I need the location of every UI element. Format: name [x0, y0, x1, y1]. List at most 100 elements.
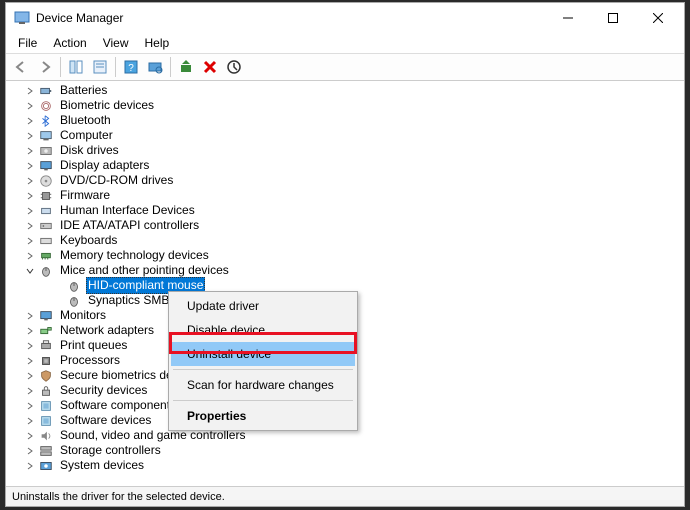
menubar: File Action View Help	[6, 33, 684, 53]
ide-icon	[38, 219, 54, 233]
tree-category[interactable]: Storage controllers	[6, 443, 684, 458]
menu-view[interactable]: View	[95, 34, 137, 52]
menu-action[interactable]: Action	[45, 34, 94, 52]
tree-label: Biometric devices	[58, 98, 156, 113]
bluetooth-icon	[38, 114, 54, 128]
chevron-right-icon[interactable]	[24, 415, 36, 427]
chevron-right-icon[interactable]	[24, 100, 36, 112]
device-manager-window: Device Manager File Action View Help ? B…	[5, 2, 685, 507]
close-button[interactable]	[635, 4, 680, 32]
tree-category[interactable]: Display adapters	[6, 158, 684, 173]
sound-icon	[38, 429, 54, 443]
chevron-right-icon[interactable]	[24, 85, 36, 97]
printer-icon	[38, 339, 54, 353]
keyboard-icon	[38, 234, 54, 248]
update-driver-button[interactable]	[175, 56, 197, 78]
tree-label: Monitors	[58, 308, 108, 323]
tree-label: Display adapters	[58, 158, 151, 173]
tree-category[interactable]: Biometric devices	[6, 98, 684, 113]
svg-text:?: ?	[128, 63, 134, 74]
storage-icon	[38, 444, 54, 458]
software-icon	[38, 399, 54, 413]
tree-label: DVD/CD-ROM drives	[58, 173, 175, 188]
tree-category[interactable]: Mice and other pointing devices	[6, 263, 684, 278]
chevron-right-icon[interactable]	[24, 145, 36, 157]
tree-category[interactable]: Firmware	[6, 188, 684, 203]
tree-label: Software devices	[58, 413, 153, 428]
context-menu-item[interactable]: Properties	[171, 404, 355, 428]
chevron-right-icon[interactable]	[24, 235, 36, 247]
chevron-right-icon[interactable]	[24, 130, 36, 142]
hid-icon	[38, 204, 54, 218]
tree-category[interactable]: System devices	[6, 458, 684, 473]
chevron-right-icon[interactable]	[24, 220, 36, 232]
chevron-right-icon[interactable]	[24, 385, 36, 397]
tree-category[interactable]: Memory technology devices	[6, 248, 684, 263]
tree-category[interactable]: Human Interface Devices	[6, 203, 684, 218]
security-icon	[38, 384, 54, 398]
network-icon	[38, 324, 54, 338]
tree-label: Bluetooth	[58, 113, 113, 128]
uninstall-device-button[interactable]	[199, 56, 221, 78]
context-menu-item[interactable]: Disable device	[171, 318, 355, 342]
window-title: Device Manager	[36, 11, 545, 25]
mouse-icon	[66, 279, 82, 293]
tree-label: Keyboards	[58, 233, 119, 248]
disable-device-button[interactable]	[223, 56, 245, 78]
chevron-right-icon[interactable]	[24, 190, 36, 202]
chevron-right-icon[interactable]	[24, 115, 36, 127]
tree-label: Software components	[58, 398, 178, 413]
chevron-right-icon[interactable]	[24, 400, 36, 412]
maximize-button[interactable]	[590, 4, 635, 32]
back-button[interactable]	[10, 56, 32, 78]
tree-category[interactable]: Disk drives	[6, 143, 684, 158]
tree-label: Processors	[58, 353, 122, 368]
context-menu-item[interactable]: Uninstall device	[171, 342, 355, 366]
menu-separator	[173, 400, 353, 401]
system-icon	[38, 459, 54, 473]
chevron-down-icon[interactable]	[24, 265, 36, 277]
tree-category[interactable]: Keyboards	[6, 233, 684, 248]
tree-category[interactable]: Computer	[6, 128, 684, 143]
chevron-right-icon[interactable]	[24, 445, 36, 457]
disk-icon	[38, 144, 54, 158]
monitor-icon	[38, 309, 54, 323]
tree-label: Computer	[58, 128, 115, 143]
tree-category[interactable]: Batteries	[6, 83, 684, 98]
chevron-right-icon[interactable]	[24, 340, 36, 352]
context-menu-item[interactable]: Update driver	[171, 294, 355, 318]
mouse-icon	[38, 264, 54, 278]
tree-label: Print queues	[58, 338, 129, 353]
context-menu-item[interactable]: Scan for hardware changes	[171, 373, 355, 397]
chevron-right-icon[interactable]	[24, 370, 36, 382]
chevron-right-icon[interactable]	[24, 460, 36, 472]
tree-label: Firmware	[58, 188, 112, 203]
chevron-right-icon[interactable]	[24, 160, 36, 172]
titlebar: Device Manager	[6, 3, 684, 33]
tree-category[interactable]: IDE ATA/ATAPI controllers	[6, 218, 684, 233]
show-hide-tree-button[interactable]	[65, 56, 87, 78]
tree-label: Mice and other pointing devices	[58, 263, 231, 278]
scan-hardware-button[interactable]	[144, 56, 166, 78]
tree-category[interactable]: DVD/CD-ROM drives	[6, 173, 684, 188]
menu-file[interactable]: File	[10, 34, 45, 52]
window-controls	[545, 4, 680, 32]
tree-label: System devices	[58, 458, 146, 473]
help-button[interactable]: ?	[120, 56, 142, 78]
chevron-right-icon[interactable]	[24, 205, 36, 217]
cd-icon	[38, 174, 54, 188]
forward-button[interactable]	[34, 56, 56, 78]
properties-button[interactable]	[89, 56, 111, 78]
computer-icon	[38, 129, 54, 143]
chevron-right-icon[interactable]	[24, 175, 36, 187]
software-icon	[38, 414, 54, 428]
tree-label: Disk drives	[58, 143, 121, 158]
chevron-right-icon[interactable]	[24, 355, 36, 367]
chevron-right-icon[interactable]	[24, 250, 36, 262]
chevron-right-icon[interactable]	[24, 430, 36, 442]
tree-category[interactable]: Bluetooth	[6, 113, 684, 128]
chevron-right-icon[interactable]	[24, 310, 36, 322]
menu-help[interactable]: Help	[137, 34, 178, 52]
chevron-right-icon[interactable]	[24, 325, 36, 337]
minimize-button[interactable]	[545, 4, 590, 32]
